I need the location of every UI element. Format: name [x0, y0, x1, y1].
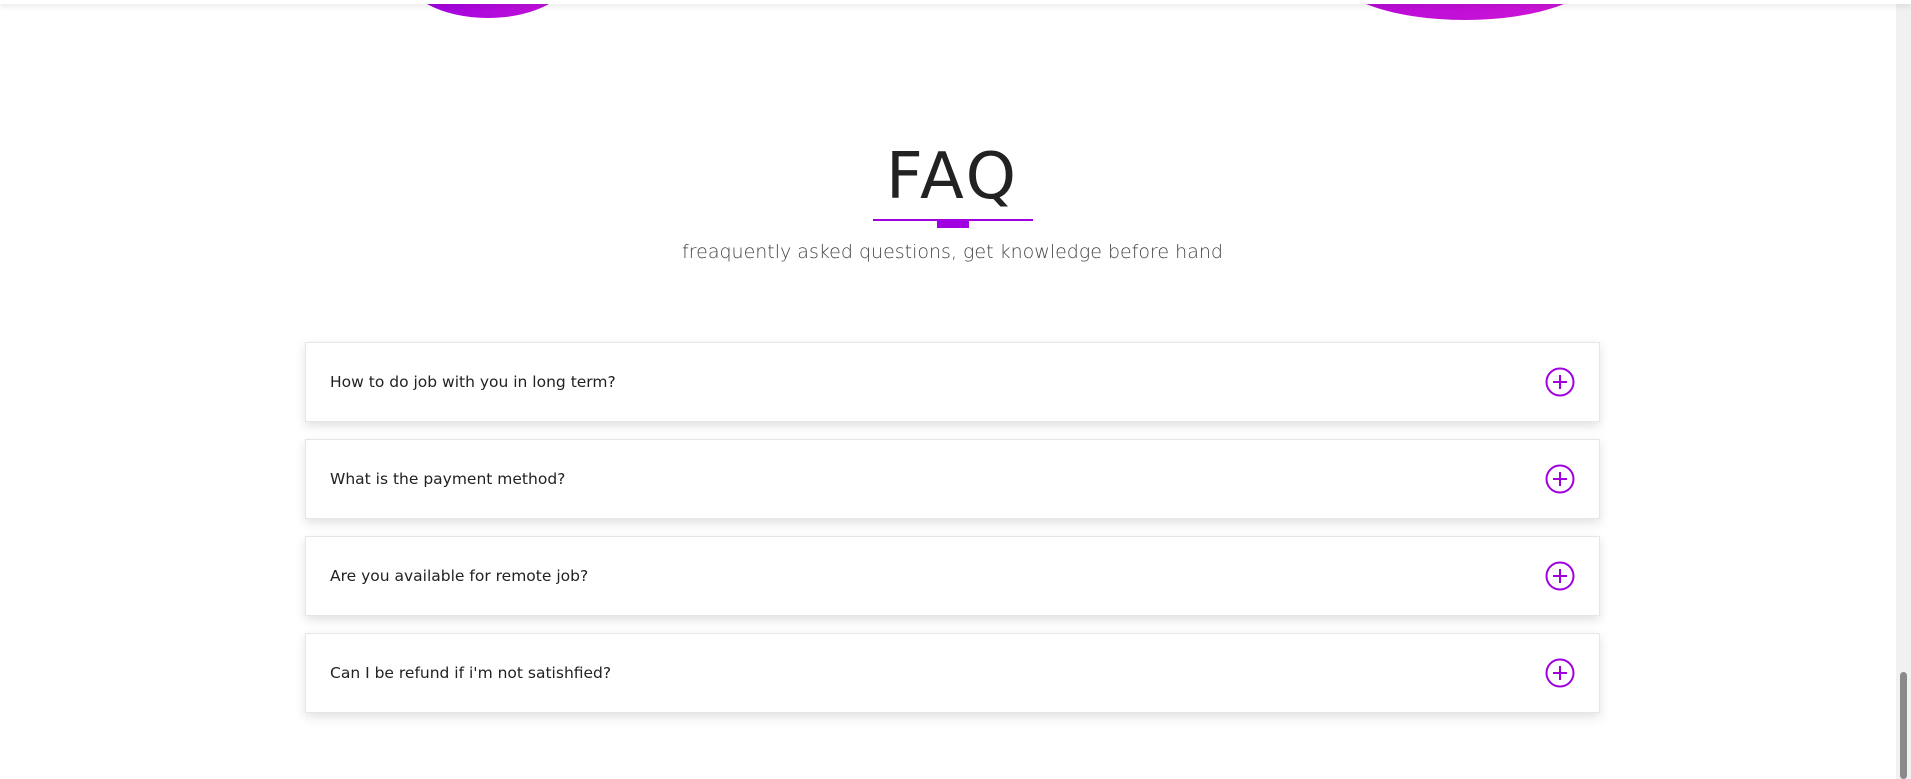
title-underline-accent	[936, 219, 969, 228]
faq-question: What is the payment method?	[330, 470, 566, 488]
plus-circle-icon[interactable]	[1545, 464, 1575, 494]
plus-circle-icon[interactable]	[1545, 561, 1575, 591]
faq-subtitle: freaquently asked questions, get knowled…	[682, 241, 1223, 263]
faq-question: How to do job with you in long term?	[330, 373, 616, 391]
faq-item-payment-method[interactable]: What is the payment method?	[305, 439, 1600, 519]
plus-circle-icon[interactable]	[1545, 367, 1575, 397]
plus-circle-icon[interactable]	[1545, 658, 1575, 688]
faq-title: FAQ	[886, 140, 1019, 214]
faq-question: Are you available for remote job?	[330, 567, 589, 585]
page-scrollbar[interactable]	[1896, 0, 1911, 779]
faq-item-refund[interactable]: Can I be refund if i'm not satishfied?	[305, 633, 1600, 713]
faq-question: Can I be refund if i'm not satishfied?	[330, 664, 612, 682]
title-underline	[872, 219, 1033, 228]
faq-header: FAQ freaquently asked questions, get kno…	[0, 137, 1905, 263]
page: FAQ freaquently asked questions, get kno…	[0, 0, 1911, 779]
top-section-edge	[0, 0, 1911, 4]
faq-list: How to do job with you in long term? Wha…	[305, 342, 1600, 730]
faq-item-remote-job[interactable]: Are you available for remote job?	[305, 536, 1600, 616]
faq-item-long-term[interactable]: How to do job with you in long term?	[305, 342, 1600, 422]
scrollbar-thumb[interactable]	[1900, 672, 1907, 779]
